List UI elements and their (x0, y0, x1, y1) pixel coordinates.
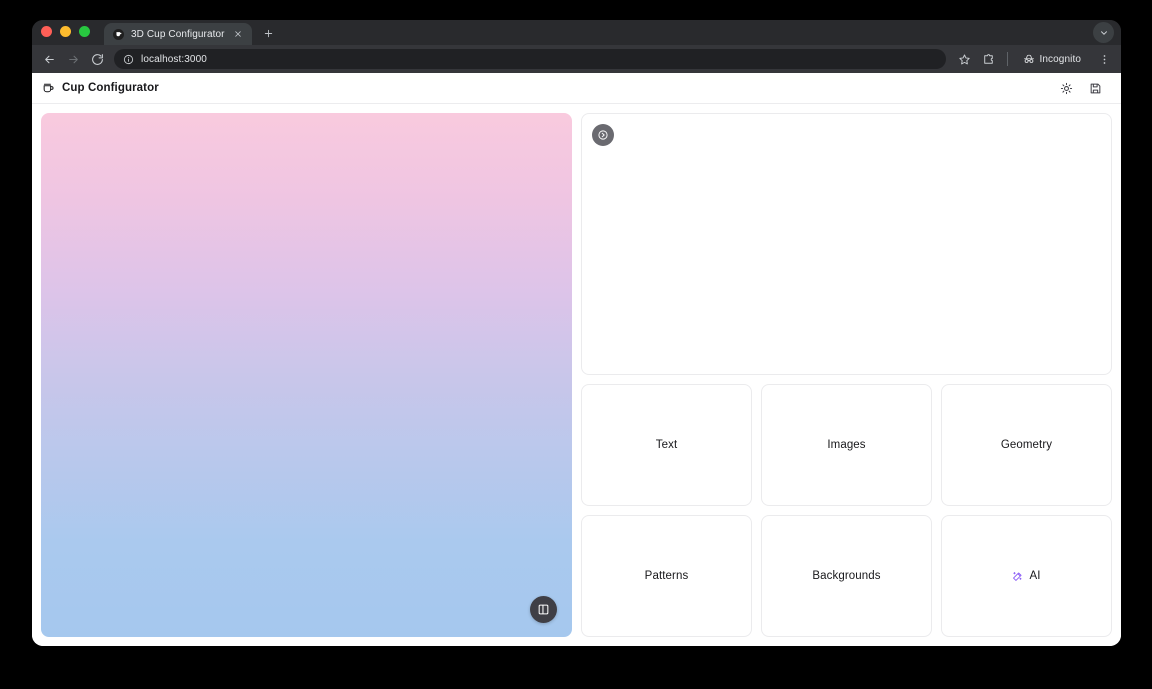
window-traffic-lights (41, 20, 90, 45)
puzzle-icon[interactable] (978, 48, 1000, 70)
panel-toggle-icon (537, 603, 550, 616)
sun-icon[interactable] (1058, 80, 1074, 96)
chevron-right-circle-icon (597, 129, 609, 141)
address-bar-url: localhost:3000 (141, 53, 207, 65)
star-icon[interactable] (954, 48, 976, 70)
app-brand: Cup Configurator (42, 82, 159, 95)
new-tab-button[interactable] (258, 23, 279, 44)
browser-tabstrip: 3D Cup Configurator (32, 20, 1121, 45)
incognito-icon (1023, 53, 1035, 65)
header-actions (1058, 80, 1103, 96)
incognito-indicator[interactable]: Incognito (1015, 49, 1092, 69)
arrow-left-icon[interactable] (38, 48, 60, 70)
tool-card-backgrounds[interactable]: Backgrounds (761, 515, 932, 637)
page-title: Cup Configurator (62, 82, 159, 94)
browser-tab-title: 3D Cup Configurator (131, 28, 225, 40)
expand-panel-button[interactable] (592, 124, 614, 146)
tool-label: AI (1029, 570, 1041, 582)
toolbar-divider (1006, 52, 1008, 66)
side-panel: Text Images Geometry Patterns Background… (581, 113, 1112, 637)
maximize-window-button[interactable] (79, 25, 90, 37)
tool-card-patterns[interactable]: Patterns (581, 515, 752, 637)
browser-tab[interactable]: 3D Cup Configurator (104, 23, 252, 45)
tool-label: Backgrounds (812, 570, 881, 582)
save-icon[interactable] (1087, 80, 1103, 96)
arrow-right-icon[interactable] (62, 48, 84, 70)
tool-label: Geometry (1000, 439, 1053, 451)
info-circle-icon[interactable] (123, 54, 134, 65)
minimize-window-button[interactable] (60, 25, 71, 37)
tool-card-text[interactable]: Text (581, 384, 752, 506)
page-viewport: Cup Configurator Text Images Geometry Pa… (32, 73, 1121, 646)
cup-favicon-icon (113, 28, 124, 40)
incognito-label: Incognito (1039, 53, 1081, 65)
cup-3d-canvas[interactable] (41, 113, 572, 637)
reload-icon[interactable] (86, 48, 108, 70)
tool-label: Patterns (644, 570, 689, 582)
preview-panel[interactable] (581, 113, 1112, 375)
close-icon[interactable] (232, 28, 245, 41)
tool-grid: Text Images Geometry Patterns Background… (581, 384, 1112, 637)
browser-window: 3D Cup Configurator localhost:3000 Incog… (32, 20, 1121, 646)
address-bar[interactable]: localhost:3000 (114, 49, 946, 69)
tab-search-button[interactable] (1093, 22, 1114, 43)
tool-card-geometry[interactable]: Geometry (941, 384, 1112, 506)
tool-card-images[interactable]: Images (761, 384, 932, 506)
browser-toolbar: localhost:3000 Incognito (32, 45, 1121, 73)
app-header: Cup Configurator (32, 73, 1121, 104)
close-window-button[interactable] (41, 25, 52, 37)
tool-label: Text (655, 439, 678, 451)
tool-card-ai[interactable]: AI (941, 515, 1112, 637)
coffee-cup-icon (42, 82, 55, 95)
sparkle-wand-icon (1012, 571, 1023, 582)
tool-label: Images (827, 439, 866, 451)
kebab-menu-icon[interactable] (1093, 48, 1115, 70)
app-main: Text Images Geometry Patterns Background… (32, 104, 1121, 646)
panel-toggle-button[interactable] (530, 596, 557, 623)
